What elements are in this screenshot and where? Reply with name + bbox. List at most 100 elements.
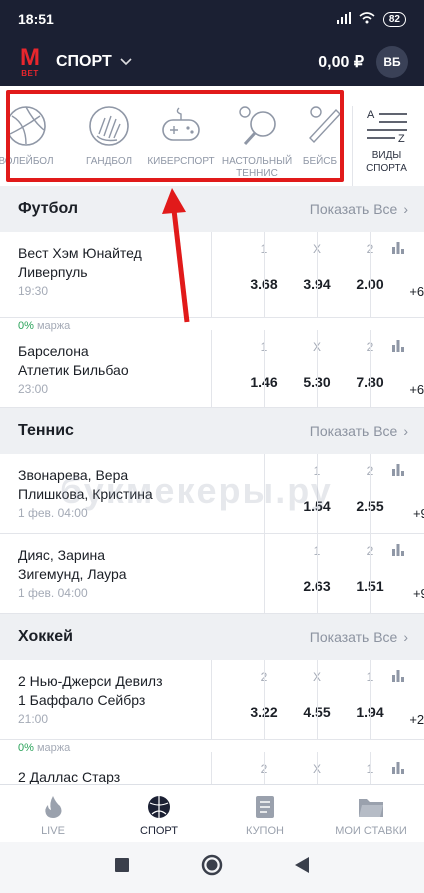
sport-label: ВОЛЕЙБОЛ (0, 156, 54, 167)
event-teams: Барселона Атлетик Бильбао 23:00 (18, 342, 129, 399)
margin-label: 0% маржа (18, 742, 70, 754)
sport-volleyball[interactable]: ВОЛЕЙБОЛ (0, 104, 66, 168)
chevron-down-icon[interactable] (120, 55, 132, 69)
section-title: Хоккей (18, 628, 73, 645)
more-count: +618 (409, 284, 424, 299)
odd-cell[interactable]: X 5.30 (264, 330, 331, 408)
folder-icon (359, 799, 383, 817)
nav-my-bets[interactable]: МОИ СТАВКИ (318, 785, 424, 842)
chevron-right-icon[interactable]: › (403, 201, 408, 217)
odd-cell[interactable]: 1 3.68 (211, 232, 278, 317)
home-icon[interactable] (201, 854, 223, 881)
sport-baseball[interactable]: БЕЙСБ (290, 104, 350, 168)
status-icons: 82 (336, 11, 406, 27)
margin-text: маржа (36, 742, 71, 754)
show-all-link[interactable]: Показать Все (310, 201, 398, 217)
stats-icon (392, 242, 404, 254)
team-name: Зигемунд, Лаура (18, 566, 127, 582)
event-row[interactable]: Звонарева, Вера Плишкова, Кристина 1 фев… (0, 454, 424, 534)
odd-cell[interactable]: 1 2.63 (264, 534, 331, 613)
event-row[interactable]: 0% маржа Барселона Атлетик Бильбао 23:00… (0, 318, 424, 408)
section-header-tennis: Теннис Показать Все › (0, 408, 424, 454)
more-count: +90 (412, 506, 424, 521)
section-dropdown-title[interactable]: СПОРТ (56, 53, 112, 71)
more-count: +278 (409, 712, 424, 727)
sport-handball[interactable]: ГАНДБОЛ (69, 104, 149, 168)
status-bar: 18:51 82 (0, 0, 424, 38)
sport-kinds-button[interactable]: A Z ВИДЫ СПОРТА (352, 106, 420, 186)
nav-sport[interactable]: СПОРТ (106, 785, 212, 842)
section-header-football: Футбол Показать Все › (0, 186, 424, 232)
odd-cell[interactable]: 2 3.22 (211, 660, 278, 739)
table-tennis-icon (239, 106, 276, 146)
bottom-nav: LIVE СПОРТ КУПОН МОИ СТАВКИ (0, 784, 424, 842)
team-name: Барселона (18, 343, 89, 359)
more-markets-button[interactable]: +618 (370, 232, 424, 317)
sport-label: ГАНДБОЛ (85, 156, 133, 167)
battery-indicator: 82 (382, 11, 406, 27)
event-teams: Дияс, Зарина Зигемунд, Лаура 1 фев. 04:0… (18, 546, 127, 603)
odd-cell[interactable]: 1 1.46 (211, 330, 278, 408)
odd-cell[interactable]: 1 (317, 752, 373, 784)
more-markets-button[interactable]: +278 (370, 660, 424, 739)
gamepad-icon (162, 107, 200, 141)
more-markets-button[interactable]: +90 (370, 534, 424, 613)
system-nav-bar (0, 842, 424, 893)
balance[interactable]: 0,00 ₽ (318, 52, 364, 72)
more-markets-button[interactable]: +90 (370, 454, 424, 533)
list-icon: A Z (366, 109, 407, 145)
odd-cell[interactable]: X 4.55 (264, 660, 331, 739)
nav-coupon[interactable]: КУПОН (212, 785, 318, 842)
more-count: +608 (409, 382, 424, 397)
team-name: Ливерпуль (18, 264, 88, 280)
odd-cell[interactable]: X (264, 752, 321, 784)
show-all-link[interactable]: Показать Все (310, 423, 398, 439)
team-name: Дияс, Зарина (18, 547, 106, 563)
margin-pct: 0% (18, 742, 34, 754)
margin-pct: 0% (18, 320, 34, 332)
event-row[interactable]: Дияс, Зарина Зигемунд, Лаура 1 фев. 04:0… (0, 534, 424, 614)
logo-letter: M (20, 43, 40, 71)
recents-icon[interactable] (115, 858, 129, 877)
back-icon[interactable] (295, 857, 309, 878)
odd-cell[interactable]: 2 2.00 (317, 232, 384, 317)
sport-label: КИБЕРСПОРТ (147, 156, 215, 167)
nav-label: СПОРТ (140, 825, 178, 837)
show-all-link[interactable]: Показать Все (310, 629, 398, 645)
event-row[interactable]: 0% маржа 2 Даллас Старз 2 X 1 (0, 740, 424, 784)
sport-label: БЕЙСБ (302, 156, 338, 167)
handball-icon (89, 106, 129, 146)
stats-icon (392, 340, 404, 352)
event-teams: Звонарева, Вера Плишкова, Кристина 1 фев… (18, 466, 153, 523)
chevron-right-icon[interactable]: › (403, 423, 408, 439)
team-name: 2 Нью-Джерси Девилз (18, 673, 163, 689)
section-header-hockey: Хоккей Показать Все › (0, 614, 424, 660)
odd-cell[interactable]: 2 2.55 (317, 454, 384, 533)
sport-esports[interactable]: КИБЕРСПОРТ (141, 104, 221, 168)
more-markets-button[interactable]: +608 (370, 330, 424, 408)
team-name: Звонарева, Вера (18, 467, 129, 483)
odd-cell[interactable]: 2 (211, 752, 267, 784)
odd-cell[interactable]: 2 7.80 (317, 330, 384, 408)
event-time: 1 фев. 04:00 (18, 506, 88, 520)
team-name: 2 Даллас Старз (18, 769, 121, 784)
margin-label: 0% маржа (18, 320, 70, 332)
odd-cell[interactable]: 1 1.94 (317, 660, 384, 739)
event-row[interactable]: Вест Хэм Юнайтед Ливерпуль 19:30 1 3.68 X… (0, 232, 424, 318)
nav-live[interactable]: LIVE (0, 785, 106, 842)
avatar[interactable]: ВБ (376, 46, 408, 78)
event-time: 21:00 (18, 712, 49, 726)
odd-cell[interactable]: 1 1.54 (264, 454, 331, 533)
app-logo[interactable]: M BET (16, 45, 44, 79)
odd-cell[interactable]: X 3.94 (264, 232, 331, 317)
chevron-right-icon[interactable]: › (403, 629, 408, 645)
more-markets-button[interactable] (370, 752, 424, 784)
logo-bet: BET (21, 68, 39, 78)
event-time: 23:00 (18, 382, 49, 396)
event-row[interactable]: 2 Нью-Джерси Девилз 1 Баффало Сейбрз 21:… (0, 660, 424, 740)
sport-table-tennis[interactable]: НАСТОЛЬНЫЙ ТЕННИС (217, 104, 297, 180)
odd-cell[interactable]: 2 1.51 (317, 534, 384, 613)
svg-text:Z: Z (398, 133, 405, 145)
status-time: 18:51 (18, 11, 54, 27)
team-name: Атлетик Бильбао (18, 362, 129, 378)
